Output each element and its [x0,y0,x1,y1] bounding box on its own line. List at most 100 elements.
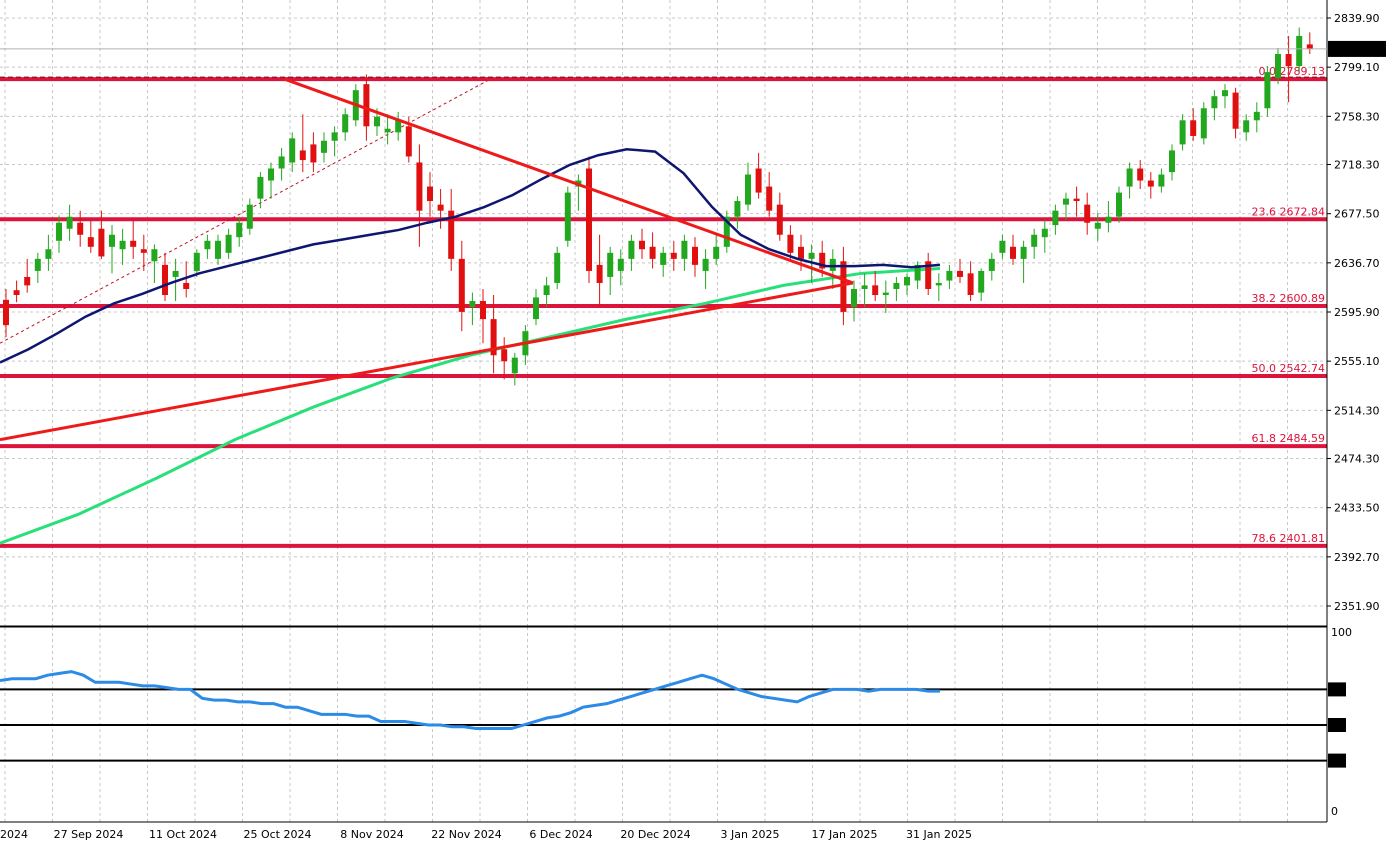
candle-body [193,252,200,271]
candle-body [204,240,211,250]
price-chart: 0.0 2789.1323.6 2672.8438.2 2600.8950.0 … [0,0,1393,846]
candle-body [215,240,221,259]
candle-body [787,234,794,253]
candle-body [564,192,571,241]
candle-body [342,114,349,133]
candle-body [617,258,624,271]
current-price-label: 2814.24 [1331,43,1377,56]
candle-body [554,252,561,283]
candle-body [225,234,232,253]
candle-body [1232,92,1239,129]
candle-body [607,252,614,277]
candle-body [1158,174,1165,187]
candle-body [119,240,126,250]
candle-body [1073,198,1080,202]
candle-body [766,186,773,211]
fib-level-label: 61.8 2484.59 [1252,432,1325,445]
candle-body [734,201,741,217]
candle-body [3,299,9,326]
candle-body [56,222,62,241]
candle-body [978,270,985,293]
candle-body [109,234,115,247]
candle-body [98,228,105,257]
candle-body [183,282,190,289]
candle-body [246,204,253,229]
price-tick-label: 2595.90 [1334,306,1380,319]
candle-body [24,276,31,286]
candle-body [405,126,412,157]
time-axis-label: 11 Oct 2024 [149,828,217,841]
candle-body [596,264,603,283]
candle-body [861,285,868,289]
candle-body [162,264,168,296]
time-axis-label: 17 Jan 2025 [812,828,878,841]
time-axis-label: 2024 [0,828,28,841]
candle-body [967,273,974,296]
candle-body [988,258,995,271]
price-tick-label: 2351.90 [1334,600,1380,613]
candle-body [299,150,306,161]
price-tick-label: 2677.50 [1334,208,1380,221]
fib-level-label: 50.0 2542.74 [1252,362,1325,375]
candle-body [310,144,317,163]
candle-body [34,258,41,271]
fib-level-label: 78.6 2401.81 [1252,532,1325,545]
time-axis-label: 31 Jan 2025 [906,828,972,841]
candle-body [745,174,751,205]
candle-body [649,246,656,259]
candle-body [1285,54,1292,67]
candle-body [1200,108,1207,139]
candle-body [681,240,688,259]
candle-body [1020,246,1027,259]
rsi-level-label: 30 [1330,755,1344,768]
candle-body [1105,216,1112,223]
price-tick-label: 2392.70 [1334,551,1380,564]
fib-level-label: 38.2 2600.89 [1252,292,1325,305]
candle-body [1253,111,1260,121]
time-axis-label: 27 Sep 2024 [54,828,124,841]
candle-body [416,162,423,211]
candle-body [437,204,444,211]
candle-body [1052,210,1059,226]
price-tick-label: 2839.90 [1334,12,1380,25]
candle-body [363,84,370,127]
candle-body [374,116,380,127]
candle-body [289,138,296,163]
time-axis-label: 25 Oct 2024 [243,828,311,841]
candle-body [893,282,900,289]
candle-body [999,240,1006,253]
candle-body [851,288,857,308]
candle-body [384,128,391,133]
candle-body [808,252,815,259]
time-axis-label: 3 Jan 2025 [721,828,780,841]
candle-body [904,276,910,286]
time-axis-label: 22 Nov 2024 [431,828,501,841]
candle-body [278,156,285,169]
price-tick-label: 2514.30 [1334,404,1380,417]
candle-body [268,168,274,181]
candle-body [140,249,147,253]
candle-body [87,237,94,247]
candle-body [660,252,667,265]
candle-body [935,282,942,286]
candle-body [1126,168,1133,187]
rsi-level-label: 70 [1330,683,1344,696]
candle-body [1179,120,1186,145]
candle-body [511,357,518,374]
candle-body [533,297,539,320]
candle-body [628,240,635,259]
candle-body [670,252,677,259]
candle-body [1264,72,1271,109]
candle-body [331,132,338,141]
candle-body [1063,198,1069,205]
rsi-tick-label: 0 [1331,805,1338,818]
time-axis-label: 8 Nov 2024 [340,828,403,841]
candle-body [872,285,879,296]
fib-level-label: 23.6 2672.84 [1252,205,1325,218]
candle-body [1222,90,1228,97]
candle-body [480,301,486,320]
candle-body [45,249,52,259]
price-tick-label: 2555.10 [1334,355,1380,368]
candle-body [458,258,465,312]
candle-body [151,249,158,262]
